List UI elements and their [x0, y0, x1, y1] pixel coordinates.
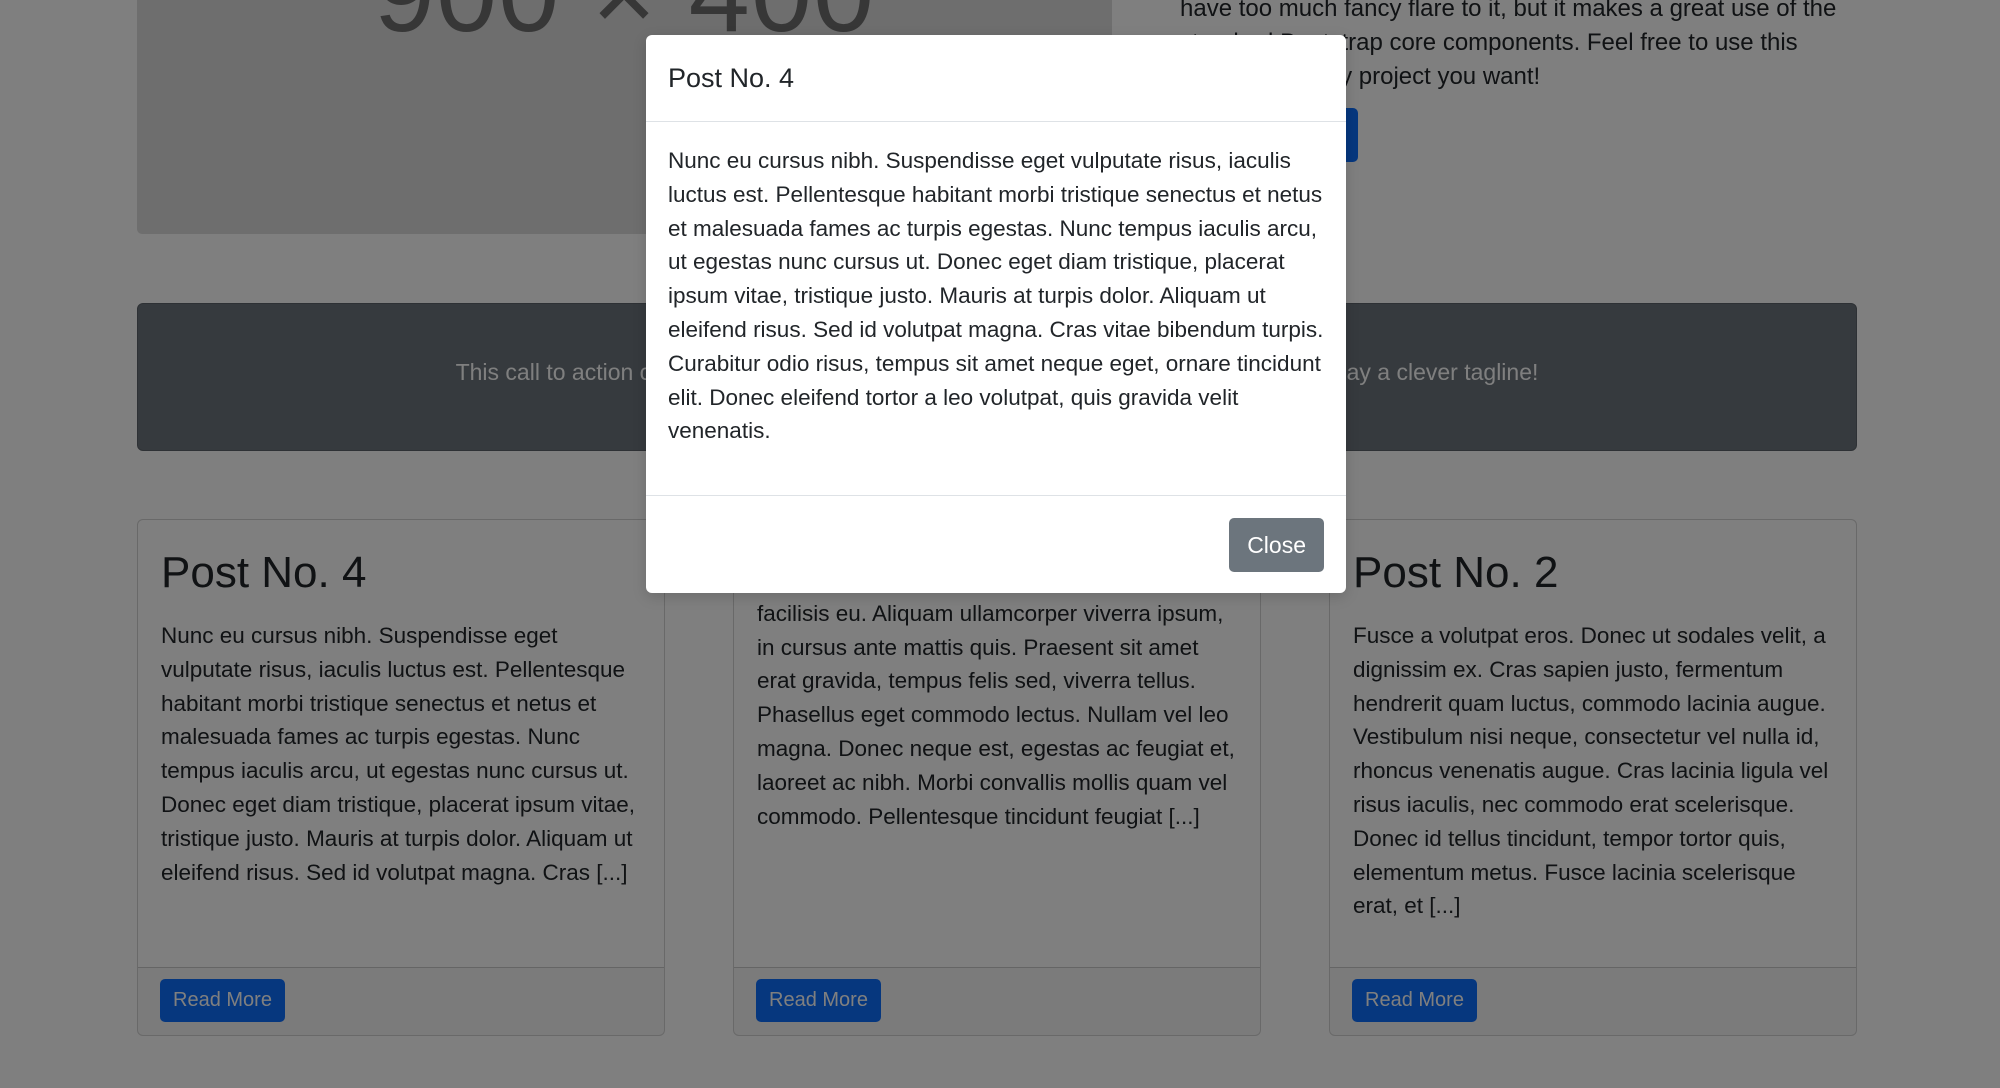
close-button[interactable]: Close: [1229, 518, 1324, 572]
modal-body: Nunc eu cursus nibh. Suspendisse eget vu…: [646, 122, 1346, 496]
modal-header: Post No. 4: [646, 35, 1346, 122]
modal-footer: Close: [646, 495, 1346, 593]
post-modal-dialog: Post No. 4 Nunc eu cursus nibh. Suspendi…: [646, 35, 1346, 593]
modal-body-text: Nunc eu cursus nibh. Suspendisse eget vu…: [668, 148, 1324, 444]
modal-title: Post No. 4: [668, 63, 795, 93]
page: 900 × 400 have too much fancy flare to i…: [0, 0, 2000, 1088]
